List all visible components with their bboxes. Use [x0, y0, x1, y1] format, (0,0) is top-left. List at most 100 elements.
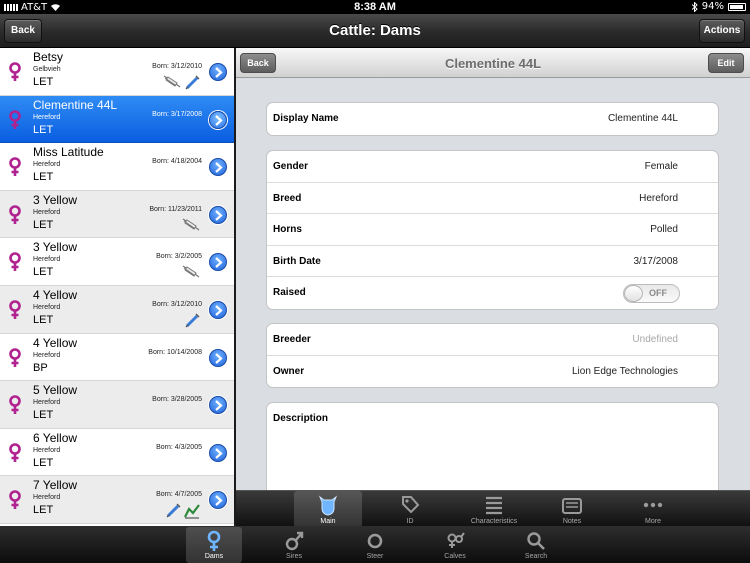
disclosure-chevron-icon[interactable] [209, 158, 227, 177]
tab-label: Calves [444, 553, 466, 560]
dam-breed: Hereford [33, 399, 61, 407]
status-bar: AT&T 8:38 AM 94% [0, 0, 750, 14]
needle-icon [184, 75, 200, 91]
birth-date-label: Birth Date [273, 255, 321, 267]
tab-label: Steer [366, 553, 384, 560]
raised-row: Raised OFF [267, 277, 718, 309]
list-item[interactable]: 4 Yellow Hereford BP Born: 10/14/2008 [0, 333, 234, 382]
description-label: Description [273, 413, 329, 424]
dam-born: Born: 10/14/2008 [148, 348, 202, 356]
list-item[interactable]: Betsy Gelbvieh LET Born: 3/12/2010 [0, 48, 234, 96]
dam-name: 3 Yellow [33, 240, 78, 255]
disclosure-chevron-icon[interactable] [209, 396, 227, 415]
tab-label: Characteristics [470, 518, 518, 525]
disclosure-chevron-icon[interactable] [209, 205, 227, 224]
dam-name: 4 Yellow [33, 335, 78, 350]
dams-list[interactable]: Betsy Gelbvieh LET Born: 3/12/2010 Clementin… [0, 48, 234, 526]
owner-row[interactable]: Owner Lion Edge Technologies [267, 356, 718, 388]
dam-status-icons [182, 265, 200, 279]
tab-main[interactable]: Main [294, 491, 362, 527]
status-right: 94% [691, 1, 746, 12]
tab-label: Dams [204, 553, 224, 560]
dam-born: Born: 3/17/2008 [152, 110, 202, 118]
main-tab-bar: Dams Sires Steer Calves Search [0, 526, 750, 563]
detail-pane: Back Clementine 44L Edit Display Name Cl… [236, 48, 750, 502]
owner-label: Owner [273, 365, 305, 377]
tab-label: Search [524, 553, 548, 560]
actions-button[interactable]: Actions [699, 19, 745, 43]
list-item[interactable]: 3 Yellow Hereford LET Born: 11/23/2011 [0, 190, 234, 239]
disclosure-chevron-icon[interactable] [209, 491, 227, 510]
dam-breed: Gelbvieh [33, 66, 61, 73]
tab-label: ID [406, 518, 414, 525]
disclosure-chevron-icon[interactable] [209, 443, 227, 462]
description-group[interactable]: Description [266, 402, 719, 502]
dam-name: 3 Yellow [33, 192, 78, 207]
dam-born: Born: 11/23/2011 [149, 205, 202, 213]
dam-code: LET [33, 313, 54, 326]
list-item[interactable]: 7 Yellow Hereford LET Born: 4/7/2005 [0, 476, 234, 524]
dam-breed: Hereford [33, 208, 61, 216]
detail-title: Clementine 44L [444, 56, 542, 71]
dam-name: 7 Yellow [33, 478, 78, 493]
dam-breed: Hereford [33, 113, 61, 121]
traits-group: Gender Female Breed Hereford Horns Polle… [266, 150, 719, 310]
birth-date-row[interactable]: Birth Date 3/17/2008 [267, 246, 718, 277]
app-window: AT&T 8:38 AM 94% Back Cattle: Dams Actio… [0, 0, 750, 563]
dam-born: Born: 3/28/2005 [152, 396, 202, 404]
dam-code: BP [33, 361, 48, 374]
dam-code: LET [33, 504, 54, 517]
tab-dams[interactable]: Dams [186, 527, 242, 563]
list-item[interactable]: Clementine 44L Hereford LET Born: 3/17/2008 [0, 95, 234, 144]
toggle-knob [624, 285, 643, 302]
breed-value: Hereford [639, 192, 678, 204]
raised-label: Raised [273, 287, 306, 298]
list-item[interactable]: 6 Yellow Hereford LET Born: 4/3/2005 [0, 428, 234, 477]
dam-name: Betsy [33, 50, 64, 64]
dam-born: Born: 4/3/2005 [156, 443, 202, 451]
raised-toggle[interactable]: OFF [623, 284, 680, 303]
breed-label: Breed [273, 192, 302, 204]
tab-id[interactable]: ID [376, 491, 444, 527]
breeder-row[interactable]: Breeder Undefined [267, 324, 718, 356]
tab-steer[interactable]: Steer [347, 527, 403, 563]
list-item[interactable]: 3 Yellow Hereford LET Born: 3/2/2005 [0, 238, 234, 286]
syringe-icon [182, 218, 200, 232]
dam-name: Miss Latitude [33, 145, 104, 160]
dam-code: LET [33, 76, 54, 88]
dam-code: LET [33, 123, 54, 136]
dam-code: LET [33, 171, 54, 184]
disclosure-chevron-icon[interactable] [209, 348, 227, 367]
navigation-bar: Back Cattle: Dams Actions [0, 14, 750, 48]
breed-row[interactable]: Breed Hereford [267, 183, 718, 214]
tab-notes[interactable]: Notes [538, 491, 606, 527]
dam-code: LET [33, 409, 54, 422]
ownership-group: Breeder Undefined Owner Lion Edge Techno… [266, 323, 719, 388]
dam-breed: Hereford [33, 494, 61, 502]
tab-characteristics[interactable]: Characteristics [460, 491, 528, 527]
edit-button[interactable]: Edit [708, 53, 744, 73]
dam-breed: Hereford [33, 256, 61, 264]
tab-calves[interactable]: Calves [427, 527, 483, 563]
description-row[interactable]: Description [267, 403, 718, 435]
detail-tab-bar: Main ID Characteristics Notes More [236, 490, 750, 527]
disclosure-chevron-icon[interactable] [209, 110, 227, 129]
dam-code: LET [33, 266, 54, 279]
list-item[interactable]: Miss Latitude Hereford LET Born: 4/18/2004 [0, 143, 234, 191]
disclosure-chevron-icon[interactable] [209, 300, 227, 319]
tab-more[interactable]: More [619, 491, 687, 527]
dam-status-icons [165, 503, 200, 519]
tab-sires[interactable]: Sires [266, 527, 322, 563]
tab-label: More [645, 518, 661, 525]
dam-breed: Hereford [33, 351, 61, 359]
horns-row[interactable]: Horns Polled [267, 214, 718, 246]
syringe-icon [182, 265, 200, 279]
gender-row[interactable]: Gender Female [267, 151, 718, 183]
list-item[interactable]: 5 Yellow Hereford LET Born: 3/28/2005 [0, 381, 234, 429]
list-item[interactable]: 4 Yellow Hereford LET Born: 3/12/2010 [0, 285, 234, 334]
tab-search[interactable]: Search [508, 527, 564, 563]
disclosure-chevron-icon[interactable] [209, 253, 227, 272]
disclosure-chevron-icon[interactable] [209, 63, 227, 81]
display-name-row[interactable]: Display Name Clementine 44L [267, 103, 718, 135]
toggle-state: OFF [649, 288, 667, 298]
